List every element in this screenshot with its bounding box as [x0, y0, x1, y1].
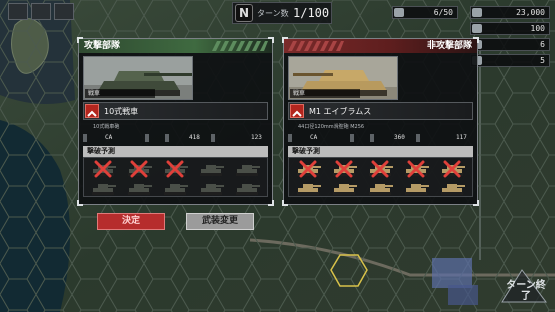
enemy-unit-marker [448, 285, 478, 305]
tank-icon [232, 160, 262, 178]
funds-counter: 23,000 [470, 6, 550, 19]
destroyed-tank-icon [401, 160, 431, 178]
rank-chevron-icon [85, 104, 99, 118]
info-button[interactable] [54, 3, 74, 20]
attacker-unit-type: 戦車 [85, 89, 155, 98]
defender-name-bar: M1 エイブラムス [288, 102, 473, 120]
defender-header: 非攻撃部隊 [284, 39, 477, 53]
defender-unit-name: M1 エイブラムス [309, 107, 372, 116]
defender-loss-grid [288, 157, 473, 197]
attacker-loss-grid [83, 157, 268, 197]
tank-icon [329, 179, 359, 197]
menu-button[interactable] [8, 3, 28, 20]
header-stripes-decoration [212, 41, 268, 51]
destroyed-tank-icon [88, 160, 118, 178]
tank-icon [196, 179, 226, 197]
funds-icon [472, 8, 482, 17]
defender-panel: 非攻撃部隊 戦車 M1 エイブラムス 44口径120mm滑腔砲 M256 CA … [282, 37, 479, 206]
enemy-unit-marker [432, 258, 472, 288]
header-stripes-decoration [288, 41, 344, 51]
rank-chevron-icon [290, 104, 304, 118]
game-logo-icon: N [235, 4, 253, 22]
defender-unit-type: 戦車 [290, 89, 360, 98]
supply-counter: 6 [470, 38, 550, 51]
destroyed-tank-icon [124, 160, 154, 178]
defender-stats: CA 360 117 [288, 133, 473, 143]
destroyed-tank-icon [365, 160, 395, 178]
attacker-unit-image: 戦車 [83, 56, 193, 100]
turn-value: 1/100 [293, 6, 330, 20]
tank-icon [160, 179, 190, 197]
tank-icon [88, 179, 118, 197]
units-icon [472, 24, 482, 33]
defender-weapon: 44口径120mm滑腔砲 M256 [288, 123, 473, 131]
tank-icon [293, 179, 323, 197]
fuel-icon [394, 8, 404, 17]
tank-icon [401, 179, 431, 197]
confirm-button[interactable]: 決定 [97, 213, 165, 230]
destroyed-tank-icon [160, 160, 190, 178]
turn-label: ターン数 [257, 9, 289, 18]
tank-icon [196, 160, 226, 178]
attacker-unit-name: 10式戦車 [104, 107, 139, 116]
defender-weapon-name: 44口径120mm滑腔砲 M256 [298, 124, 365, 130]
attacker-panel: 攻撃部隊 戦車 10式戦車 10式戦車砲 CA 418 123 撃破予測 [77, 37, 274, 206]
attacker-header: 攻撃部隊 [79, 39, 272, 53]
attacker-stats: CA 418 123 [83, 133, 268, 143]
destroyed-tank-icon [437, 160, 467, 178]
extra-counter: 5 [470, 54, 550, 67]
defender-unit-image: 戦車 [288, 56, 398, 100]
change-weapon-button[interactable]: 武装変更 [186, 213, 254, 230]
attacker-loss-label: 撃破予測 [83, 146, 268, 157]
attacker-weapon-name: 10式戦車砲 [93, 124, 120, 130]
tank-icon [365, 179, 395, 197]
tank-icon [232, 179, 262, 197]
turn-counter: N ターン数 1/100 [232, 2, 332, 24]
attacker-weapon: 10式戦車砲 [83, 123, 268, 131]
fuel-counter: 6/50 [392, 6, 458, 19]
units-counter: 100 [470, 22, 550, 35]
destroyed-tank-icon [293, 160, 323, 178]
tank-icon [437, 179, 467, 197]
tank-icon [124, 179, 154, 197]
end-turn-button[interactable]: ターン終了 [498, 266, 550, 306]
attacker-name-bar: 10式戦車 [83, 102, 268, 120]
destroyed-tank-icon [329, 160, 359, 178]
map-button[interactable] [31, 3, 51, 20]
defender-loss-label: 撃破予測 [288, 146, 473, 157]
